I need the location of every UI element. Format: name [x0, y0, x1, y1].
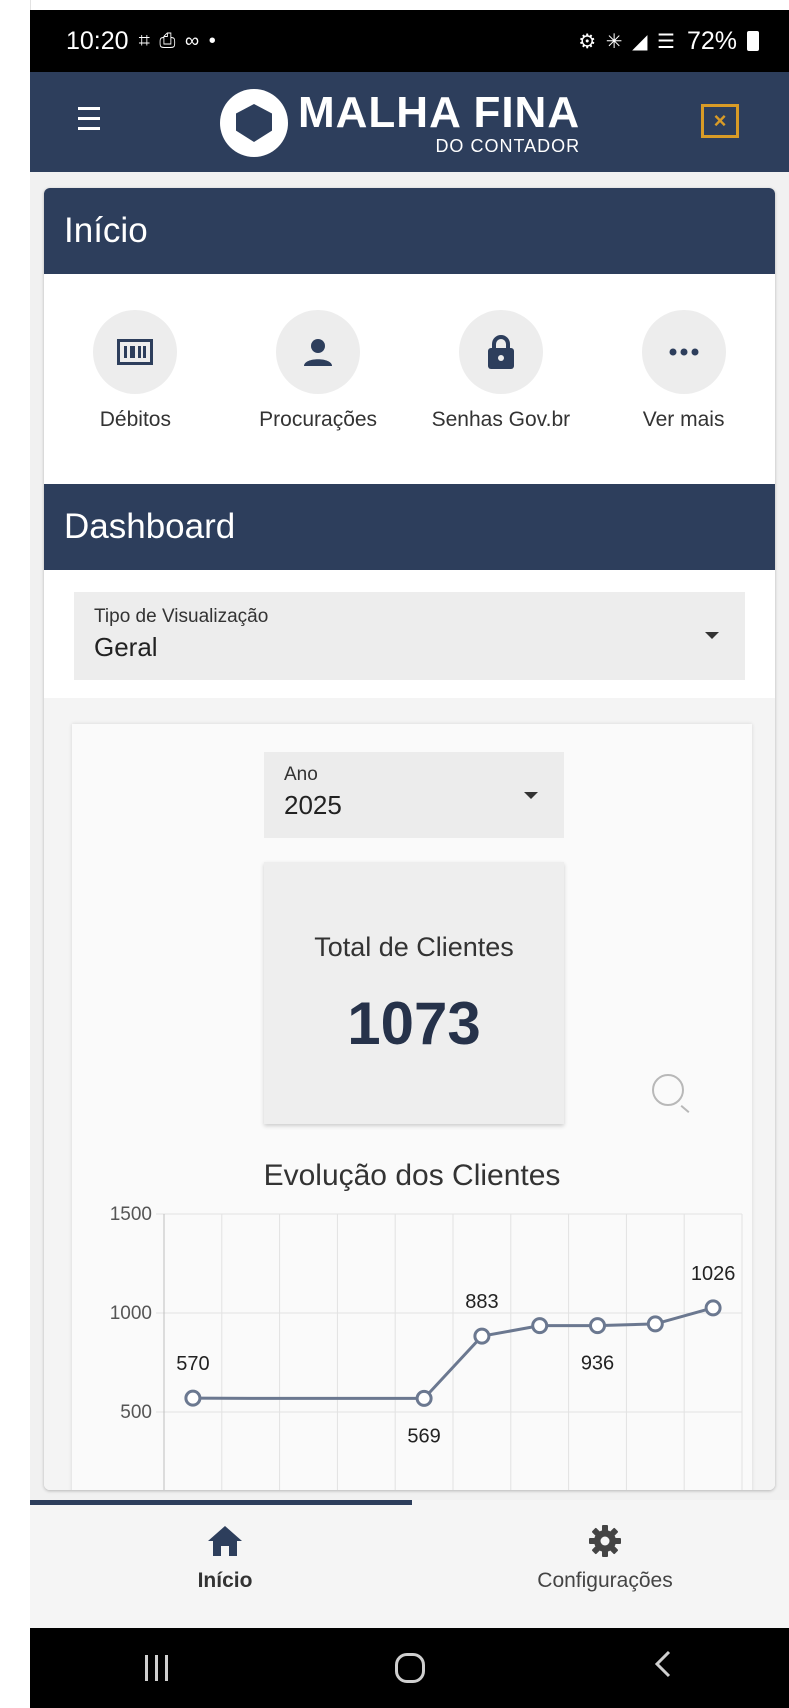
close-icon[interactable]: ×: [701, 104, 739, 138]
nav-inicio[interactable]: Início: [125, 1524, 325, 1593]
clients-line-chart: 500 1000 1500 570 569 883 936 1026: [110, 1204, 743, 1490]
logo-title: MALHA FINA: [298, 88, 581, 137]
back-arrow-icon: [654, 1650, 670, 1677]
year-label: Ano: [284, 764, 318, 785]
data-label: 569: [407, 1425, 440, 1447]
shortcut-label: Procurações: [259, 408, 378, 431]
status-time: 10:20: [66, 26, 129, 55]
data-point: [704, 1299, 722, 1317]
data-label: 936: [581, 1353, 614, 1375]
shortcut-label: Senhas Gov.br: [431, 408, 571, 431]
battery-icon: [747, 31, 759, 51]
phone-screen: 10:20 ⌗ ⎙ ∞ • ⚙ ✳ ◢ ☰ 72% MALHA FINA DO …: [30, 10, 789, 1708]
dashboard-card: Ano 2025 Total de Clientes 1073 Evolução…: [72, 724, 752, 1490]
status-right: ⚙ ✳ ◢ ☰ 72%: [578, 27, 759, 56]
app-bar: MALHA FINA DO CONTADOR ×: [30, 72, 789, 172]
bottom-nav: Início Configurações: [30, 1500, 789, 1628]
view-type-wrap: Tipo de Visualização Geral: [44, 570, 775, 699]
nav-configuracoes[interactable]: Configurações: [505, 1524, 705, 1593]
person-icon: [276, 310, 361, 394]
home-icon: [208, 1526, 242, 1556]
logo-subtitle: DO CONTADOR: [435, 136, 581, 156]
notification-icons: ⌗ ⎙ ∞ •: [138, 29, 218, 52]
lion-logo-icon: [220, 89, 288, 157]
total-clients-card: Total de Clientes 1073: [264, 862, 564, 1124]
recents-button[interactable]: [127, 1655, 187, 1681]
data-point: [415, 1389, 433, 1407]
chart-title: Evolução dos Clientes: [263, 1159, 561, 1192]
view-type-select[interactable]: Tipo de Visualização Geral: [74, 592, 745, 680]
y-tick-label: 1000: [110, 1303, 152, 1324]
data-point: [646, 1315, 664, 1333]
system-nav-bar: [30, 1628, 789, 1708]
data-label: 883: [465, 1291, 498, 1313]
view-type-value: Geral: [94, 632, 158, 662]
shortcut-row: Débitos Procurações Senhas Gov.br Ver ma…: [44, 274, 775, 484]
data-point: [531, 1317, 549, 1335]
nav-label: Configurações: [537, 1569, 673, 1592]
shortcut-label: Débitos: [99, 408, 171, 431]
lock-icon: [458, 310, 543, 394]
active-tab-indicator: [30, 1500, 412, 1505]
home-button[interactable]: [380, 1653, 440, 1683]
shortcut-procuracoes[interactable]: Procurações: [229, 310, 407, 432]
dashboard-header: Dashboard: [44, 484, 775, 570]
total-value: 1073: [347, 990, 481, 1057]
year-select[interactable]: Ano 2025: [264, 752, 564, 838]
signal-icons: ⚙ ✳ ◢ ☰: [578, 30, 677, 53]
year-value: 2025: [284, 790, 342, 820]
shortcut-label: Ver mais: [642, 408, 725, 431]
menu-icon[interactable]: [78, 100, 110, 140]
y-tick-label: 500: [120, 1402, 152, 1423]
chevron-down-icon: [705, 632, 719, 639]
shortcut-senhas[interactable]: Senhas Gov.br: [412, 310, 590, 432]
y-tick-label: 1500: [110, 1204, 152, 1225]
nav-label: Início: [197, 1569, 253, 1592]
data-label: 1026: [691, 1263, 736, 1285]
more-icon: [641, 310, 726, 394]
total-label: Total de Clientes: [314, 932, 514, 962]
back-button[interactable]: [633, 1649, 693, 1688]
chevron-down-icon: [524, 792, 538, 799]
data-point: [184, 1389, 202, 1407]
data-point: [589, 1317, 606, 1335]
shortcut-debitos[interactable]: Débitos: [46, 310, 224, 432]
shortcut-ver-mais[interactable]: Ver mais: [595, 310, 773, 432]
data-point: [473, 1327, 491, 1345]
status-left: 10:20 ⌗ ⎙ ∞ •: [66, 27, 218, 56]
data-label: 570: [176, 1353, 209, 1375]
barcode-icon: [93, 310, 178, 394]
view-type-label: Tipo de Visualização: [94, 606, 269, 627]
left-gutter: [0, 0, 31, 1708]
content-card: Início Débitos Procurações Senhas Gov.br: [44, 188, 775, 1490]
status-bar: 10:20 ⌗ ⎙ ∞ • ⚙ ✳ ◢ ☰ 72%: [30, 10, 789, 72]
app-logo: MALHA FINA DO CONTADOR: [220, 84, 580, 162]
gear-icon: [589, 1525, 621, 1557]
battery-percent: 72%: [686, 26, 737, 55]
logo-text: MALHA FINA DO CONTADOR: [298, 88, 581, 156]
loading-indicator: [652, 1074, 684, 1106]
inicio-header: Início: [44, 188, 775, 274]
